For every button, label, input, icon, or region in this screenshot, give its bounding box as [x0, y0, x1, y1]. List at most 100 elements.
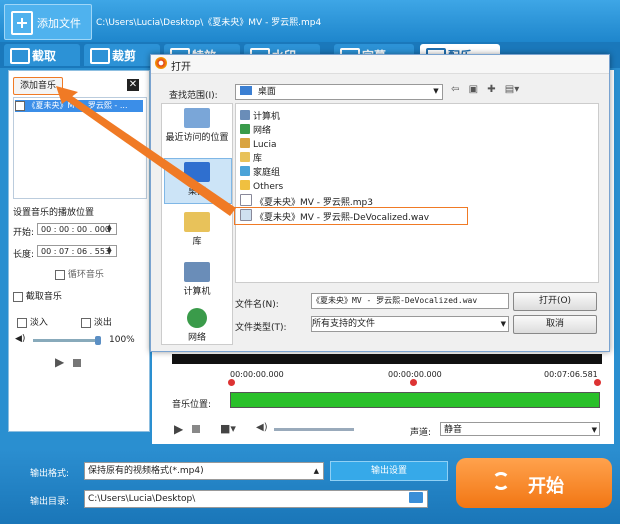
- stop-icon[interactable]: [192, 425, 200, 433]
- desktop-icon: [184, 162, 210, 182]
- dialog-title-bar: 打开: [151, 55, 609, 74]
- extract-label: 截取音乐: [25, 292, 62, 302]
- library-icon: [184, 212, 210, 232]
- loop-music-option[interactable]: 循环音乐: [55, 267, 104, 280]
- length-time-value: 00 : 07 : 06 . 553: [41, 247, 110, 256]
- volume-slider[interactable]: [33, 336, 101, 345]
- extract-checkbox[interactable]: [13, 291, 23, 302]
- place-label: 网络: [187, 333, 206, 343]
- fade-out-option[interactable]: 淡出: [81, 315, 112, 328]
- chevron-up-icon[interactable]: ▲: [314, 463, 319, 479]
- file-path: C:\Users\Lucia\Desktop\《夏未央》MV - 罗云熙.mp4: [96, 18, 322, 28]
- output-format-value: 保持原有的视频格式(*.mp4): [88, 466, 204, 476]
- chevron-down-icon[interactable]: ▼: [501, 317, 506, 331]
- trim-icon: [10, 48, 30, 64]
- chevron-down-icon[interactable]: ▼: [592, 423, 597, 437]
- open-file-dialog: 打开 查找范围(I): 桌面 ▼ ⇦ ▣ ✚ ▤▾ 最近访问的位置 桌面 库 计…: [150, 54, 610, 352]
- file-name-input[interactable]: 《夏未央》MV - 罗云熙-DeVocalized.wav: [311, 293, 509, 309]
- open-button[interactable]: 打开(O): [513, 292, 597, 311]
- output-format-select[interactable]: 保持原有的视频格式(*.mp4) ▲: [84, 462, 324, 480]
- chevron-down-icon[interactable]: ▼: [431, 86, 441, 96]
- start-button[interactable]: 开始: [456, 458, 612, 508]
- music-position-label: 音乐位置:: [172, 400, 212, 410]
- loop-checkbox[interactable]: [55, 269, 65, 280]
- list-item[interactable]: 计算机: [240, 110, 280, 123]
- end-marker[interactable]: [594, 379, 601, 386]
- camera-icon[interactable]: ■▾: [220, 422, 236, 435]
- place-desktop[interactable]: 桌面: [162, 162, 232, 197]
- dialog-title: 打开: [171, 62, 191, 73]
- list-item[interactable]: Lucia: [240, 138, 277, 151]
- file-type-select[interactable]: 所有支持的文件 ▼: [311, 316, 509, 332]
- place-label: 桌面: [187, 187, 206, 197]
- volume-handle[interactable]: [95, 336, 101, 345]
- music-panel: 添加音乐 ✕ 《夏未央》MV - 罗云熙 - ... 设置音乐的播放位置 开始:…: [8, 70, 150, 432]
- browse-folder-icon[interactable]: [409, 492, 423, 503]
- place-label: 最近访问的位置: [165, 133, 229, 143]
- fade-in-checkbox[interactable]: [17, 317, 27, 328]
- file-name: 《夏未央》MV - 罗云熙-DeVocalized.wav: [255, 213, 430, 223]
- start-time-value: 00 : 00 : 00 . 000: [41, 225, 110, 234]
- list-item[interactable]: 网络: [240, 124, 271, 137]
- length-time-input[interactable]: 00 : 07 : 06 . 553 ▲ ▼: [37, 245, 117, 257]
- channel-select[interactable]: 静音 ▼: [440, 422, 600, 436]
- tab-trim[interactable]: 截取: [4, 44, 80, 66]
- stop-icon[interactable]: [73, 359, 81, 367]
- music-position-bar[interactable]: [230, 392, 600, 408]
- look-in-select[interactable]: 桌面 ▼: [235, 84, 443, 100]
- music-item-label: 《夏未央》MV - 罗云熙 - ...: [27, 101, 128, 110]
- output-dir-input[interactable]: C:\Users\Lucia\Desktop\: [84, 490, 428, 508]
- place-label: 库: [192, 237, 202, 247]
- preview-volume-slider[interactable]: [274, 428, 354, 431]
- place-network[interactable]: 网络: [162, 308, 232, 343]
- volume-percent: 100%: [109, 335, 135, 345]
- add-file-button[interactable]: 添加文件: [4, 4, 92, 40]
- list-item[interactable]: 《夏未央》MV - 罗云熙.mp3: [240, 194, 373, 208]
- file-type-label: 文件类型(T):: [235, 323, 287, 333]
- file-name: 计算机: [253, 112, 281, 122]
- place-computer[interactable]: 计算机: [162, 262, 232, 297]
- fade-out-checkbox[interactable]: [81, 317, 91, 328]
- add-music-button[interactable]: 添加音乐: [13, 77, 63, 95]
- refresh-icon: [492, 472, 510, 490]
- cancel-button[interactable]: 取消: [513, 315, 597, 334]
- file-name: Lucia: [253, 140, 277, 150]
- view-menu-icon[interactable]: ▤▾: [505, 84, 519, 95]
- mid-marker[interactable]: [410, 379, 417, 386]
- new-folder-icon[interactable]: ✚: [487, 84, 495, 95]
- fade-in-option[interactable]: 淡入: [17, 315, 48, 328]
- place-recent[interactable]: 最近访问的位置: [162, 108, 232, 143]
- network-icon: [187, 308, 207, 328]
- start-time-input[interactable]: 00 : 00 : 00 . 000 ▲ ▼: [37, 223, 117, 235]
- start-label: 开始: [528, 476, 564, 497]
- music-list[interactable]: 《夏未央》MV - 罗云熙 - ...: [13, 97, 147, 199]
- audio-file-icon: [240, 194, 252, 206]
- list-item[interactable]: 《夏未央》MV - 罗云熙-DeVocalized.wav: [240, 209, 430, 223]
- output-settings-button[interactable]: 输出设置: [330, 461, 448, 481]
- list-item[interactable]: Others: [240, 180, 283, 193]
- output-format-label: 输出格式:: [30, 469, 70, 479]
- tab-crop[interactable]: 裁剪: [84, 44, 160, 66]
- spinner-icon[interactable]: ▲ ▼: [107, 246, 115, 256]
- spinner-icon[interactable]: ▲ ▼: [107, 224, 115, 234]
- music-item-checkbox[interactable]: [15, 100, 25, 111]
- up-folder-icon[interactable]: ▣: [469, 84, 478, 95]
- app-logo-icon: [155, 57, 167, 69]
- extract-music-option[interactable]: 截取音乐: [13, 289, 62, 302]
- list-item[interactable]: 库: [240, 152, 262, 165]
- position-heading: 设置音乐的播放位置: [13, 208, 95, 218]
- start-marker[interactable]: [228, 379, 235, 386]
- loop-label: 循环音乐: [67, 270, 104, 280]
- time-mid: 00:00:00.000: [388, 370, 442, 379]
- back-icon[interactable]: ⇦: [451, 84, 459, 95]
- list-item[interactable]: 家庭组: [240, 166, 280, 179]
- list-item[interactable]: 《夏未央》MV - 罗云熙 - ...: [15, 100, 143, 112]
- output-dir-value: C:\Users\Lucia\Desktop\: [88, 494, 196, 504]
- play-icon[interactable]: ▶: [174, 422, 183, 436]
- places-bar: 最近访问的位置 桌面 库 计算机 网络: [161, 103, 233, 345]
- output-dir-label: 输出目录:: [30, 497, 70, 507]
- place-libraries[interactable]: 库: [162, 212, 232, 247]
- close-icon[interactable]: ✕: [127, 79, 139, 91]
- play-icon[interactable]: ▶: [55, 355, 64, 369]
- folder-icon: [240, 180, 250, 190]
